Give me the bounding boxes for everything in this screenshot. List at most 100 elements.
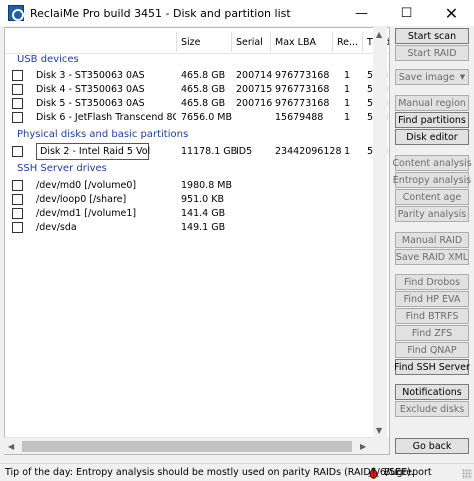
ssh-drive-row[interactable]: /dev/sda 149.1 GB <box>5 221 389 235</box>
disk-serial: 200716 <box>236 98 273 109</box>
disk-checkbox[interactable] <box>12 70 23 81</box>
minimize-button[interactable]: — <box>339 0 384 26</box>
content-analysis-button[interactable]: Content analysis <box>392 155 472 171</box>
window-title: ReclaiMe Pro build 3451 - Disk and parti… <box>30 6 291 20</box>
column-max-lba[interactable]: Max LBA <box>275 37 316 48</box>
ssh-drive-row[interactable]: /dev/md1 [/volume1] 141.4 GB <box>5 207 389 221</box>
disk-name: Disk 3 - ST350063 0AS <box>36 70 145 81</box>
drive-name: /dev/md1 [/volume1] <box>36 208 137 219</box>
entropy-analysis-button[interactable]: Entropy analysis <box>393 172 471 188</box>
horizontal-scrollbar[interactable]: ◀ ▶ <box>4 437 373 454</box>
drive-checkbox[interactable] <box>12 222 23 233</box>
close-button[interactable]: ✕ <box>429 0 474 26</box>
disk-size: 465.8 GB <box>181 98 226 109</box>
column-separator[interactable] <box>176 32 177 52</box>
disk-checkbox[interactable] <box>12 112 23 123</box>
maximize-button[interactable]: ☐ <box>384 0 429 26</box>
find-ssh-server-button[interactable]: Find SSH Server <box>394 359 470 375</box>
start-scan-button[interactable]: Start scan <box>395 28 469 44</box>
column-separator[interactable] <box>270 32 271 52</box>
disk-size: 465.8 GB <box>181 70 226 81</box>
disk-re: 1 <box>344 98 351 109</box>
bugreport-link[interactable]: Bugreport <box>384 467 432 478</box>
disk-checkbox[interactable] <box>12 146 23 157</box>
ssh-drive-row[interactable]: /dev/loop0 [/share] 951.0 KB <box>5 193 389 207</box>
drive-size: 1980.8 MB <box>181 180 232 191</box>
find-partitions-button[interactable]: Find partitions <box>395 112 469 128</box>
disk-max-lba: 23442096128 <box>275 146 342 157</box>
disk-size: 465.8 GB <box>181 84 226 95</box>
column-serial[interactable]: Serial <box>236 37 263 48</box>
title-bar: ReclaiMe Pro build 3451 - Disk and parti… <box>0 0 474 26</box>
column-size[interactable]: Size <box>181 37 201 48</box>
find-qnap-button[interactable]: Find QNAP <box>395 342 469 358</box>
column-separator[interactable] <box>332 32 333 52</box>
scrollbar-corner <box>373 437 389 454</box>
drive-name: /dev/loop0 [/share] <box>36 194 127 205</box>
find-btrfs-button[interactable]: Find BTRFS <box>395 308 469 324</box>
disk-row-selected[interactable]: Disk 2 - Intel Raid 5 Volume 11178.1 GB … <box>5 143 389 160</box>
start-raid-button[interactable]: Start RAID <box>395 45 469 61</box>
group-physical-disks: Physical disks and basic partitions <box>17 129 189 140</box>
disk-name: Disk 6 - JetFlash Transcend 8GB <box>36 112 176 123</box>
column-separator[interactable] <box>231 32 232 52</box>
scroll-left-icon[interactable]: ◀ <box>8 442 14 451</box>
disk-size: 7656.0 MB <box>181 112 232 123</box>
disk-row[interactable]: Disk 4 - ST350063 0AS 465.8 GB 200715 97… <box>5 83 389 97</box>
resize-grip-icon[interactable] <box>462 469 472 479</box>
horizontal-scroll-thumb[interactable] <box>22 441 352 452</box>
find-drobos-button[interactable]: Find Drobos <box>395 274 469 290</box>
drive-name: /dev/md0 [/volume0] <box>36 180 137 191</box>
manual-raid-button[interactable]: Manual RAID <box>395 232 469 248</box>
find-hp-eva-button[interactable]: Find HP EVA <box>395 291 469 307</box>
drive-checkbox[interactable] <box>12 180 23 191</box>
disk-list[interactable]: Size Serial Max LBA Re... Ti...d... USB … <box>4 27 390 455</box>
save-image-label: Save image <box>398 71 455 83</box>
drive-size: 149.1 GB <box>181 222 226 233</box>
content-age-button[interactable]: Content age <box>395 189 469 205</box>
disk-checkbox[interactable] <box>12 84 23 95</box>
status-bar: Tip of the day: Entropy analysis should … <box>0 463 474 481</box>
disk-editor-button[interactable]: Disk editor <box>395 129 469 145</box>
list-header: Size Serial Max LBA Re... Ti...d... <box>5 28 389 54</box>
group-ssh-server-drives: SSH Server drives <box>17 163 107 174</box>
disk-checkbox[interactable] <box>12 98 23 109</box>
column-re[interactable]: Re... <box>337 37 358 48</box>
disk-row[interactable]: Disk 6 - JetFlash Transcend 8GB 7656.0 M… <box>5 111 389 125</box>
disk-re: 1 <box>344 146 351 157</box>
disk-row[interactable]: Disk 3 - ST350063 0AS 465.8 GB 200714 97… <box>5 69 389 83</box>
disk-max-lba: 976773168 <box>275 98 330 109</box>
disk-row[interactable]: Disk 5 - ST350063 0AS 465.8 GB 200716 97… <box>5 97 389 111</box>
drive-checkbox[interactable] <box>12 208 23 219</box>
disk-serial: 200715 <box>236 84 273 95</box>
tip-of-the-day: Tip of the day: Entropy analysis should … <box>5 467 414 478</box>
disk-name: Disk 5 - ST350063 0AS <box>36 98 145 109</box>
disk-max-lba: 15679488 <box>275 112 324 123</box>
save-image-button[interactable]: Save image ▼ <box>395 69 469 85</box>
disk-name: Disk 2 - Intel Raid 5 Volume <box>40 146 150 157</box>
disk-re: 1 <box>344 70 351 81</box>
ssh-drive-row[interactable]: /dev/md0 [/volume0] 1980.8 MB <box>5 179 389 193</box>
notifications-button[interactable]: Notifications <box>395 384 469 400</box>
drive-checkbox[interactable] <box>12 194 23 205</box>
parity-analysis-button[interactable]: Parity analysis <box>395 206 469 222</box>
exclude-disks-button[interactable]: Exclude disks <box>395 401 469 417</box>
column-separator[interactable] <box>362 32 363 52</box>
disk-re: 1 <box>344 112 351 123</box>
vertical-scrollbar[interactable]: ▲ ▼ <box>373 27 387 437</box>
find-zfs-button[interactable]: Find ZFS <box>395 325 469 341</box>
go-back-button[interactable]: Go back <box>395 438 469 454</box>
scroll-up-icon[interactable]: ▲ <box>376 30 382 39</box>
drive-size: 951.0 KB <box>181 194 224 205</box>
disk-max-lba: 976773168 <box>275 84 330 95</box>
drive-size: 141.4 GB <box>181 208 226 219</box>
group-usb-devices: USB devices <box>17 54 79 65</box>
bug-icon[interactable] <box>368 467 379 479</box>
save-raid-xml-button[interactable]: Save RAID XML <box>395 249 469 265</box>
scroll-down-icon[interactable]: ▼ <box>376 426 382 435</box>
manual-region-button[interactable]: Manual region <box>395 95 469 111</box>
app-icon <box>8 5 24 21</box>
disk-size: 11178.1 GB <box>181 146 238 157</box>
scroll-right-icon[interactable]: ▶ <box>360 442 366 451</box>
disk-name: Disk 4 - ST350063 0AS <box>36 84 145 95</box>
